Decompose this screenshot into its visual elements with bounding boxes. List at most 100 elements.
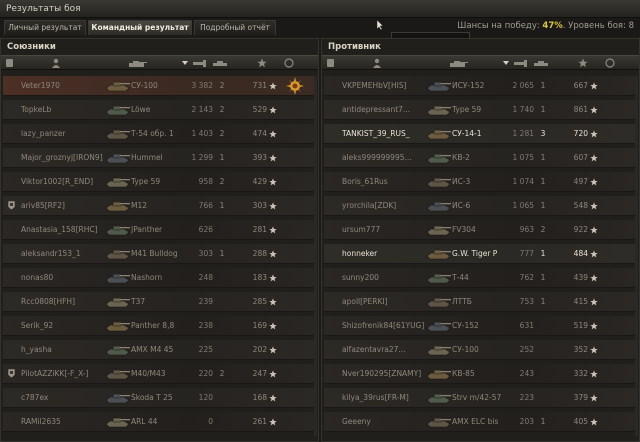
player-row[interactable]: antidepressant7... Type 59 1 740 1 861: [324, 100, 637, 120]
player-row[interactable]: Geeeny AMX ELC bis 203 1 405: [324, 412, 637, 432]
player-row[interactable]: sunny200 Т-44 762 1 439: [324, 268, 637, 288]
enemies-scrollbar[interactable]: [635, 76, 638, 436]
tab-team-result[interactable]: Командный результат: [88, 20, 192, 35]
tank-silhouette-icon: [104, 366, 132, 381]
column-header-damage[interactable]: [191, 58, 209, 68]
damage-value: 762: [519, 273, 534, 282]
player-row[interactable]: lazy_panzer Т-54 обр. 11 403 2 474: [3, 124, 316, 144]
column-header-player[interactable]: [51, 58, 61, 68]
damage-value: 1 299: [191, 153, 213, 162]
allies-scrollbar[interactable]: [314, 76, 317, 436]
column-header-xp[interactable]: [578, 58, 588, 68]
player-row[interactable]: Rcc0808[HFH] T37 239 285: [3, 292, 316, 312]
player-row[interactable]: aleksandr153_1 M41 Bulldog 303 1 288: [3, 244, 316, 264]
player-row[interactable]: TANKIST_39_RUS_ СУ-14-1 1 281 3 720: [324, 124, 637, 144]
column-header-achievements[interactable]: [604, 58, 616, 68]
frags-value: [215, 321, 229, 331]
player-row[interactable]: apoll[PERKI] ЛТТБ 753 1 415: [324, 292, 637, 312]
enemies-title: Противник: [328, 42, 381, 52]
column-header-tank[interactable]: [126, 58, 148, 68]
tank-name: СУ-100: [452, 345, 479, 354]
sort-dropdown[interactable]: [502, 58, 510, 68]
xp-star-icon: [590, 202, 598, 210]
sort-icon: [182, 61, 188, 65]
column-header-xp[interactable]: [257, 58, 267, 68]
player-row[interactable]: ursum777 FV304 963 2 922: [324, 220, 637, 240]
xp-value: 415: [573, 297, 588, 306]
player-row[interactable]: yrorchila[ZDK] ИС-6 1 065 1 548: [324, 196, 637, 216]
tank-name: ИС-6: [452, 201, 471, 210]
xp-value: 288: [252, 249, 267, 258]
frags-value: 2: [540, 225, 546, 234]
xp-value: 285: [252, 297, 267, 306]
medal-icon[interactable]: [286, 77, 304, 95]
damage-value: 0: [208, 417, 213, 426]
frags-value: 3: [540, 129, 546, 138]
xp-star-icon: [590, 154, 598, 162]
xp-star-icon: [269, 106, 277, 114]
xp-star-icon: [590, 226, 598, 234]
column-header-frags[interactable]: [211, 58, 231, 68]
column-header-squad[interactable]: [5, 58, 15, 68]
player-row[interactable]: Major_groznyj[IRON9] Hummel 1 299 1 393: [3, 148, 316, 168]
frags-value: [215, 417, 229, 427]
player-row[interactable]: nonas80 Nashorn 248 183: [3, 268, 316, 288]
player-row[interactable]: Boris_61Rus ИС-3 1 074 1 497: [324, 172, 637, 192]
column-header-damage[interactable]: [512, 58, 530, 68]
tank-name: ARL 44: [131, 417, 158, 426]
player-row[interactable]: alfazentavra27... СУ-100 252 352: [324, 340, 637, 360]
tank-name: Hummel: [131, 153, 163, 162]
win-chance: Шансы на победу: 47%. Уровень боя: 8: [457, 21, 634, 31]
tab-detailed-report[interactable]: Подробный отчёт: [194, 20, 276, 35]
tank-silhouette-icon: [104, 198, 132, 213]
damage-value: 248: [198, 273, 213, 282]
damage-value: 223: [519, 393, 534, 402]
tank-silhouette-icon: [425, 102, 453, 117]
player-row[interactable]: Nver190295[ZNAMY] КВ-85 243 332: [324, 364, 637, 384]
player-row[interactable]: RAMil2635 ARL 44 0 261: [3, 412, 316, 432]
player-row[interactable]: Serik_92 Panther 8,8 238 169: [3, 316, 316, 336]
tank-name: M41 Bulldog: [131, 249, 178, 258]
column-header-tank[interactable]: [447, 58, 469, 68]
damage-value: 1 074: [512, 177, 534, 186]
tank-name: M12: [131, 201, 148, 210]
player-row[interactable]: aleks999999995... КВ-2 1 075 1 607: [324, 148, 637, 168]
tank-name: Type 59: [452, 105, 482, 114]
player-row[interactable]: Veter1970 СУ-100 3 382 2 731: [3, 76, 316, 96]
player-row[interactable]: ariv85[RF2] M12 766 1 303: [3, 196, 316, 216]
player-row[interactable]: Anastasia_158[RHC] JPanther 626 281: [3, 220, 316, 240]
player-row[interactable]: Viktor1002[R_END] Type 59 958 2 429: [3, 172, 316, 192]
player-row[interactable]: kilya_39rus[FR-M] Strv m/42-57 223 379: [324, 388, 637, 408]
xp-value: 607: [573, 153, 588, 162]
column-header-achievements[interactable]: [283, 58, 295, 68]
player-row[interactable]: Shizofrenik84[61YUG] СУ-152 631 519: [324, 316, 637, 336]
damage-value: 753: [519, 297, 534, 306]
player-row[interactable]: PilotAZZiKK[-F_X-] M40/M43 220 2 247: [3, 364, 316, 384]
damage-value: 1 065: [512, 201, 534, 210]
xp-value: 529: [252, 105, 267, 114]
tank-name: G.W. Tiger P: [452, 249, 498, 258]
xp-star-icon: [269, 250, 277, 258]
player-row[interactable]: honneker G.W. Tiger P 777 1 484: [324, 244, 637, 264]
column-header-frags[interactable]: [532, 58, 552, 68]
tank-silhouette-icon: [425, 414, 453, 429]
damage-value: 120: [198, 393, 213, 402]
tab-personal-result[interactable]: Личный результат: [4, 20, 86, 35]
column-header-player[interactable]: [372, 58, 382, 68]
column-header-squad[interactable]: [326, 58, 336, 68]
tank-silhouette-icon: [104, 102, 132, 117]
player-row[interactable]: c787ex Škoda T 25 120 168: [3, 388, 316, 408]
tank-name: Nashorn: [131, 273, 163, 282]
damage-value: 239: [198, 297, 213, 306]
tank-silhouette-icon: [425, 270, 453, 285]
damage-value: 303: [198, 249, 213, 258]
sort-dropdown[interactable]: [181, 58, 189, 68]
xp-star-icon: [590, 394, 598, 402]
xp-value: 379: [573, 393, 588, 402]
player-row[interactable]: h_yasha AMX M4 45 225 202: [3, 340, 316, 360]
xp-star-icon: [269, 154, 277, 162]
player-row[interactable]: TopkeLb Löwe 2 143 2 529: [3, 100, 316, 120]
xp-star-icon: [590, 418, 598, 426]
player-row[interactable]: VKPEMEHbV[HIS] ИСУ-152 2 065 1 667: [324, 76, 637, 96]
xp-star-icon: [269, 130, 277, 138]
